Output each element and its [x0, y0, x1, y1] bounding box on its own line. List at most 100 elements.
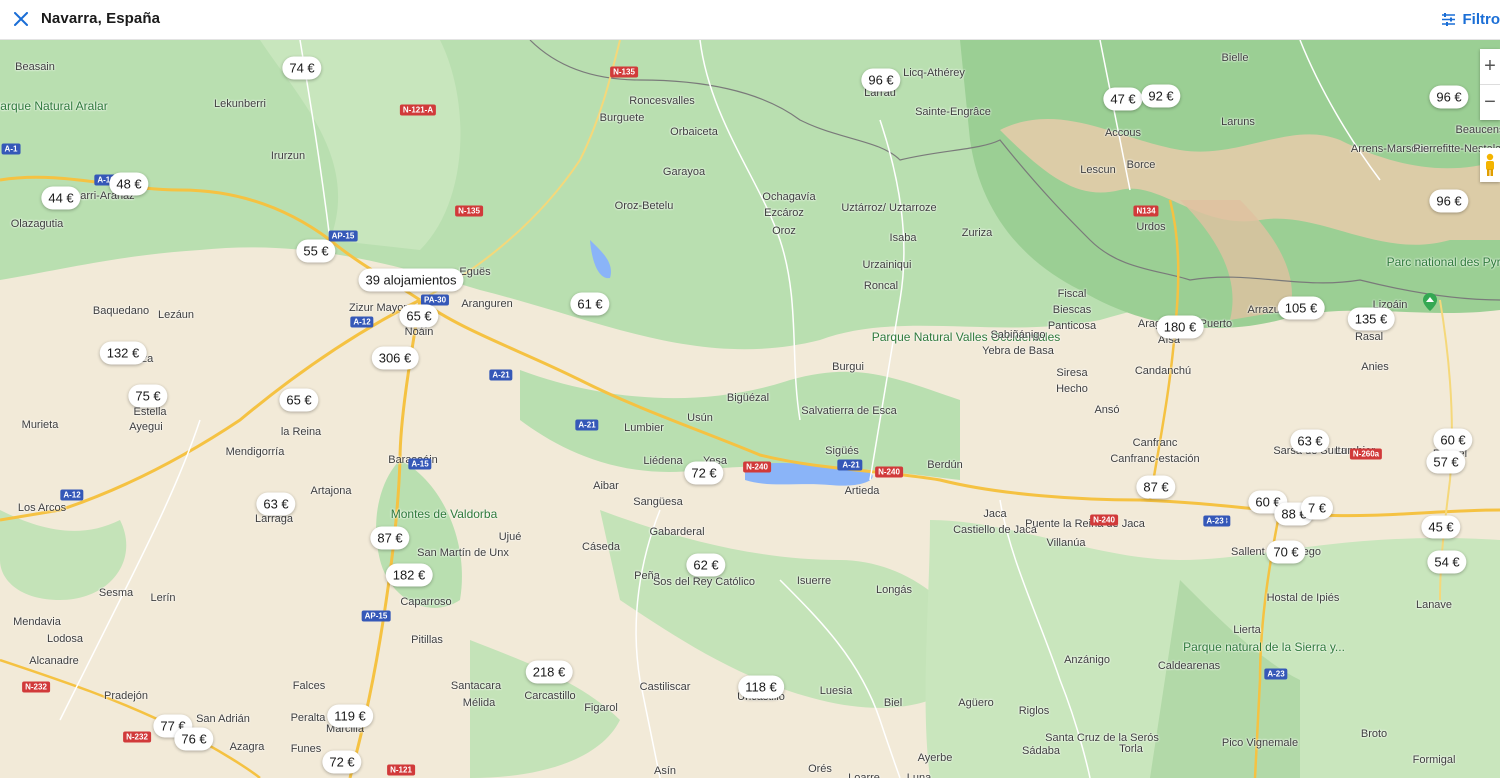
summit-marker-icon[interactable]	[1423, 293, 1437, 311]
place-label: Artajona	[310, 485, 352, 497]
price-pin[interactable]: 65 €	[399, 304, 439, 328]
pegman-icon	[1486, 153, 1494, 176]
price-pin[interactable]: 44 €	[41, 186, 81, 210]
place-label: Cáseda	[582, 541, 620, 553]
place-label: Isuerre	[796, 575, 832, 587]
place-label: San Adrián	[196, 713, 250, 725]
price-pin[interactable]: 180 €	[1156, 315, 1204, 339]
place-label: Canfranc-estación	[1110, 453, 1200, 465]
place-label: Lierta	[1233, 624, 1261, 636]
price-pin[interactable]: 87 €	[370, 526, 410, 550]
place-label: Beaucens	[1455, 124, 1500, 136]
place-label: Hostal de Ipiés	[1266, 592, 1340, 604]
place-label: Pradejón	[103, 690, 149, 702]
price-pin[interactable]: 132 €	[99, 341, 147, 365]
price-pin[interactable]: 61 €	[570, 292, 610, 316]
price-pin[interactable]: 306 €	[371, 346, 419, 370]
price-pin[interactable]: 65 €	[279, 388, 319, 412]
place-label: Biel	[883, 697, 903, 709]
zoom-in-button[interactable]: +	[1480, 49, 1500, 84]
place-label: Ayegui	[129, 421, 163, 433]
road-shield: N-232	[123, 731, 151, 743]
price-pin[interactable]: 74 €	[282, 56, 322, 80]
map-canvas[interactable]: Beasain Lekunberri Parque Natural Aralar Ec…	[0, 40, 1500, 778]
price-pin[interactable]: 57 €	[1426, 450, 1466, 474]
place-label: Burgui	[832, 361, 864, 373]
road-shield: AP-15	[328, 230, 358, 242]
price-pin[interactable]: 96 €	[861, 68, 901, 92]
zoom-out-button[interactable]: −	[1480, 84, 1500, 120]
place-label: Formigal	[1412, 754, 1456, 766]
place-label: Parc national des Pyrénées	[1386, 255, 1500, 269]
road-shield: A-21	[489, 369, 513, 381]
place-label: Castiello de Jaca	[953, 524, 1037, 536]
price-pin[interactable]: 182 €	[385, 563, 433, 587]
street-view-pegman[interactable]	[1480, 148, 1500, 182]
price-pin[interactable]: 45 €	[1421, 515, 1461, 539]
place-label: Orbaiceta	[670, 126, 718, 138]
price-pin[interactable]: 70 €	[1266, 540, 1306, 564]
place-label: Figarol	[584, 702, 618, 714]
price-pin[interactable]: 7 €	[1300, 496, 1334, 520]
place-label: Siresa	[1056, 367, 1088, 379]
price-pin[interactable]: 60 €	[1433, 428, 1473, 452]
place-label: Falces	[292, 680, 326, 692]
place-label: Ujué	[498, 531, 522, 543]
price-pin[interactable]: 135 €	[1347, 307, 1395, 331]
price-pin[interactable]: 55 €	[296, 239, 336, 263]
close-button[interactable]	[8, 6, 34, 32]
price-pin[interactable]: 72 €	[322, 750, 362, 774]
place-label: Baquedano	[92, 305, 150, 317]
cluster-pin[interactable]: 39 alojamientos	[358, 268, 464, 292]
road-shield: N-121-A	[399, 104, 437, 116]
place-label: Orés	[808, 763, 832, 775]
close-icon	[14, 12, 28, 26]
place-label: Laruns	[1221, 116, 1255, 128]
price-pin[interactable]: 63 €	[256, 492, 296, 516]
place-label: Urzainiqui	[862, 259, 912, 271]
price-pin[interactable]: 47 €	[1103, 87, 1143, 111]
place-label: Alcanadre	[29, 655, 79, 667]
place-label: Ochagavía	[762, 191, 816, 203]
place-label: Jaca	[983, 508, 1007, 520]
place-label: Ayerbe	[917, 752, 953, 764]
filter-label: Filtro	[1462, 10, 1500, 28]
place-label: Anies	[1361, 361, 1389, 373]
place-label: Uztárroz/ Uztarroze	[841, 202, 937, 214]
price-pin[interactable]: 72 €	[684, 461, 724, 485]
map-base	[0, 40, 1500, 778]
place-label: Caparroso	[400, 596, 452, 608]
place-label: Hecho	[1056, 383, 1088, 395]
place-label: Aibar	[593, 480, 619, 492]
road-shield: A-21	[839, 459, 863, 471]
price-pin[interactable]: 54 €	[1427, 550, 1467, 574]
place-label: Santacara	[450, 680, 502, 692]
price-pin[interactable]: 63 €	[1290, 429, 1330, 453]
place-label: Bigüézal	[726, 392, 770, 404]
price-pin[interactable]: 218 €	[525, 660, 573, 684]
price-pin[interactable]: 105 €	[1277, 296, 1325, 320]
road-shield: A-1	[1, 143, 21, 155]
place-label: Panticosa	[1047, 320, 1097, 332]
place-label: la Reina	[280, 426, 322, 438]
filter-button[interactable]: Filtro	[1441, 8, 1500, 30]
road-shield: N-135	[455, 205, 483, 217]
place-label: Riglos	[1018, 705, 1050, 717]
price-pin[interactable]: 48 €	[109, 172, 149, 196]
price-pin[interactable]: 87 €	[1136, 475, 1176, 499]
price-pin[interactable]: 76 €	[174, 727, 214, 751]
price-pin[interactable]: 96 €	[1429, 189, 1469, 213]
price-pin[interactable]: 62 €	[686, 553, 726, 577]
place-label: Asín	[653, 765, 677, 777]
place-label: Liédena	[643, 455, 683, 467]
price-pin[interactable]: 92 €	[1141, 84, 1181, 108]
price-pin[interactable]: 119 €	[327, 704, 373, 728]
place-label: Bielle	[1221, 52, 1249, 64]
price-pin[interactable]: 118 €	[738, 675, 784, 699]
price-pin[interactable]: 96 €	[1429, 85, 1469, 109]
place-label: Caldearenas	[1157, 660, 1221, 672]
price-pin[interactable]: 75 €	[128, 384, 168, 408]
place-label: Rasal	[1354, 331, 1384, 343]
place-label: Los Arcos	[17, 502, 67, 514]
place-label: Sádaba	[1022, 745, 1060, 757]
